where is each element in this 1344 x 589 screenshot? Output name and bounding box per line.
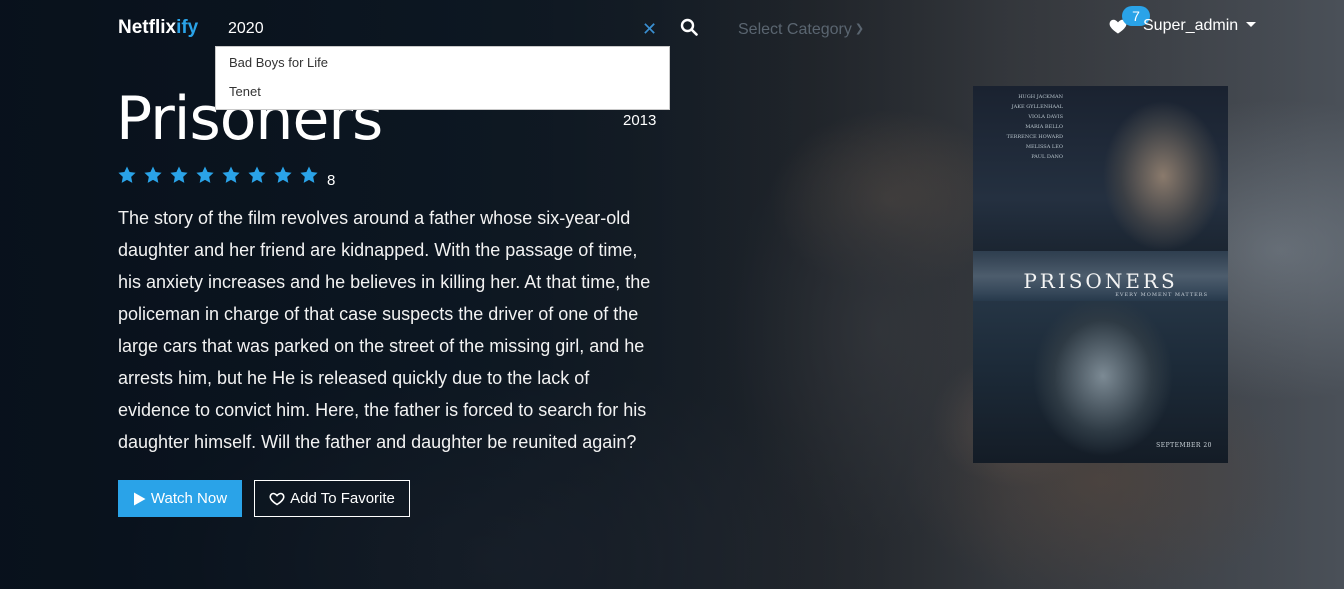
search-input[interactable] xyxy=(216,12,646,46)
caret-down-icon xyxy=(1246,22,1257,27)
add-to-favorite-button[interactable]: Add To Favorite xyxy=(254,480,410,517)
category-select[interactable]: Select Category ❯ xyxy=(738,21,864,39)
add-to-favorite-label: Add To Favorite xyxy=(290,490,395,507)
star-icon xyxy=(118,166,136,183)
movie-year: 2013 xyxy=(623,112,657,129)
poster-portrait-bottom xyxy=(1013,301,1183,461)
poster-credit: MELISSA LEO xyxy=(1025,144,1063,150)
poster-tagline: EVERY MOMENT MATTERS xyxy=(1115,292,1208,298)
search-box: ✕ xyxy=(216,12,670,46)
star-icon xyxy=(196,166,214,183)
watch-now-button[interactable]: Watch Now xyxy=(118,480,242,517)
search-suggestions: Bad Boys for Life Tenet xyxy=(215,46,670,110)
chevron-down-icon: ❯ xyxy=(854,23,865,35)
rating-stars: 8 xyxy=(117,165,335,189)
poster-release-date: SEPTEMBER 20 xyxy=(1156,442,1212,449)
poster-portrait-top xyxy=(1083,96,1228,256)
star-icon xyxy=(300,166,318,183)
navbar: Netflixify ✕ Select Category❯ 7 Super_ad… xyxy=(0,0,1344,58)
star-icon xyxy=(248,166,266,183)
suggestion-item[interactable]: Tenet xyxy=(216,78,669,107)
search-icon[interactable] xyxy=(680,18,700,38)
poster-credit: PAUL DANO xyxy=(1031,154,1063,160)
poster-title: PRISONERS xyxy=(1023,269,1178,293)
user-menu[interactable]: Super_admin xyxy=(1143,17,1257,35)
star-icon xyxy=(274,166,292,183)
suggestion-item[interactable]: Bad Boys for Life xyxy=(216,49,669,78)
star-icon xyxy=(144,166,162,183)
brand-main: Netflix xyxy=(118,17,177,38)
star-icon xyxy=(170,166,188,183)
poster-credit: TERRENCE HOWARD xyxy=(1006,134,1063,140)
movie-poster: HUGH JACKMAN JAKE GYLLENHAAL VIOLA DAVIS MA… xyxy=(973,86,1228,463)
poster-credits: HUGH JACKMAN JAKE GYLLENHAAL VIOLA DAVIS MA… xyxy=(983,94,1063,164)
poster-credit: HUGH JACKMAN xyxy=(1018,94,1063,100)
brand-accent: ify xyxy=(176,17,199,38)
close-icon[interactable]: ✕ xyxy=(642,19,658,39)
heart-outline-icon xyxy=(269,492,285,506)
brand-logo[interactable]: Netflixify xyxy=(118,17,198,39)
movie-description: The story of the film revolves around a … xyxy=(118,208,651,452)
rating-value: 8 xyxy=(327,172,336,189)
play-icon xyxy=(133,492,146,505)
poster-credit: JAKE GYLLENHAAL xyxy=(1011,104,1063,110)
username: Super_admin xyxy=(1143,17,1239,34)
watch-now-label: Watch Now xyxy=(150,490,228,507)
star-icon xyxy=(222,166,240,183)
category-label: Select Category xyxy=(738,21,852,38)
poster-credit: VIOLA DAVIS xyxy=(1028,114,1063,120)
poster-credit: MARIA BELLO xyxy=(1025,124,1063,130)
